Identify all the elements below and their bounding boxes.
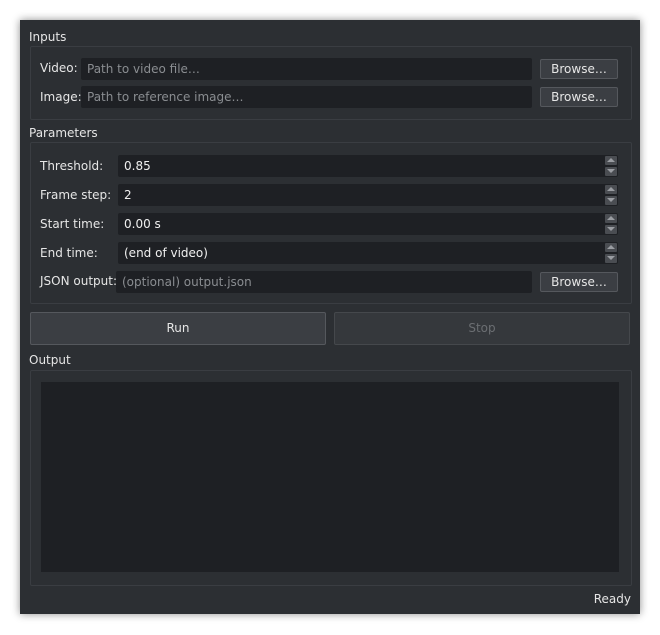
threshold-label: Threshold:	[40, 159, 104, 173]
chevron-up-icon[interactable]	[605, 214, 617, 223]
end-time-stepper[interactable]	[605, 243, 617, 263]
end-time-spinbox[interactable]: (end of video)	[118, 242, 618, 264]
output-log-textarea[interactable]	[41, 382, 619, 572]
frame-step-spinbox[interactable]: 2	[118, 184, 618, 206]
start-time-label: Start time:	[40, 217, 105, 231]
chevron-down-icon[interactable]	[605, 167, 617, 176]
chevron-down-icon[interactable]	[605, 196, 617, 205]
json-browse-button[interactable]: Browse…	[540, 272, 618, 292]
video-label: Video:	[40, 61, 78, 75]
start-time-stepper[interactable]	[605, 214, 617, 234]
output-group-title: Output	[29, 353, 71, 367]
frame-step-stepper[interactable]	[605, 185, 617, 205]
parameters-group-title: Parameters	[29, 126, 98, 140]
chevron-up-icon[interactable]	[605, 243, 617, 252]
stop-button: Stop	[334, 312, 630, 345]
start-time-spinbox[interactable]: 0.00 s	[118, 213, 618, 235]
threshold-spinbox[interactable]: 0.85	[118, 155, 618, 177]
json-output-label: JSON output:	[40, 274, 118, 288]
threshold-stepper[interactable]	[605, 156, 617, 176]
video-path-input[interactable]: Path to video file…	[81, 58, 532, 80]
chevron-down-icon[interactable]	[605, 254, 617, 263]
json-output-input[interactable]: (optional) output.json	[116, 271, 532, 293]
inputs-group-title: Inputs	[29, 30, 67, 44]
chevron-up-icon[interactable]	[605, 156, 617, 165]
image-label: Image:	[40, 90, 82, 104]
status-text: Ready	[593, 592, 631, 606]
end-time-label: End time:	[40, 246, 98, 260]
video-browse-button[interactable]: Browse…	[540, 59, 618, 79]
frame-step-label: Frame step:	[40, 188, 112, 202]
image-browse-button[interactable]: Browse…	[540, 87, 618, 107]
chevron-down-icon[interactable]	[605, 225, 617, 234]
chevron-up-icon[interactable]	[605, 185, 617, 194]
run-button[interactable]: Run	[30, 312, 326, 345]
main-window: Inputs Video: Path to video file… Browse…	[20, 20, 640, 614]
image-path-input[interactable]: Path to reference image…	[81, 86, 532, 108]
